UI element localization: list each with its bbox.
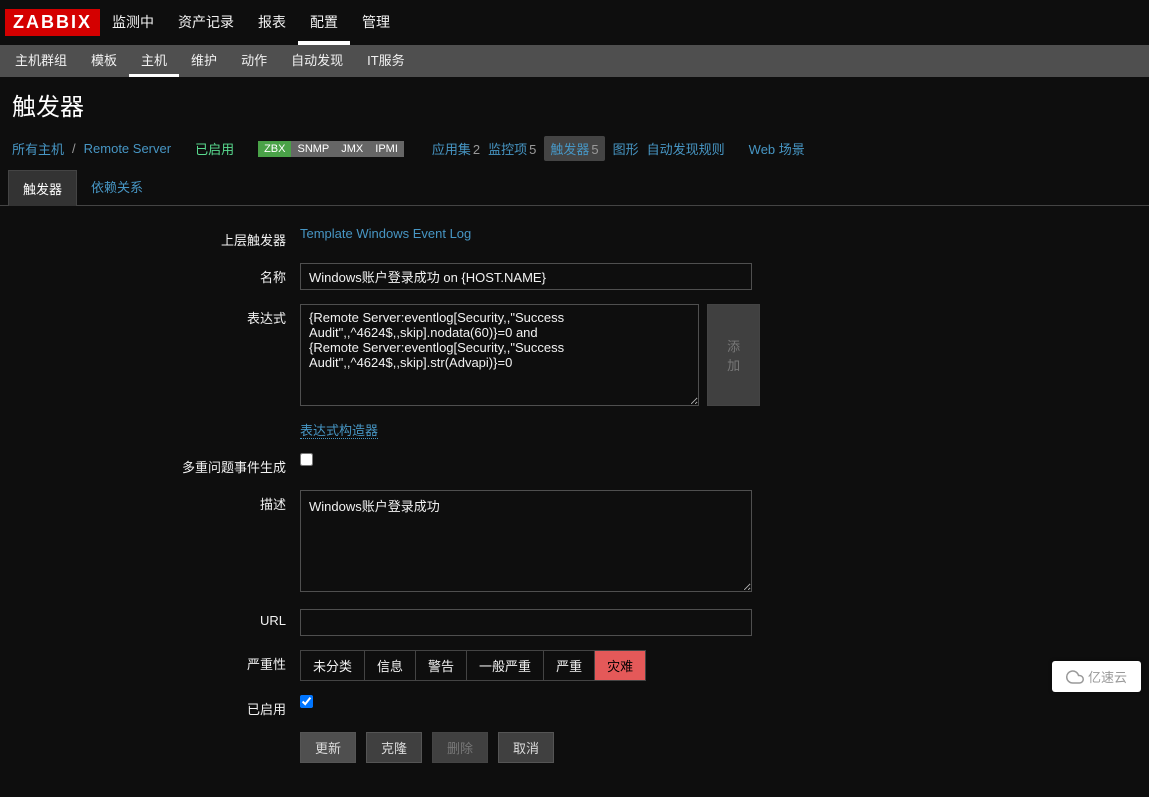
add-expression-button[interactable]: 添加 bbox=[707, 304, 760, 406]
subnav-templates[interactable]: 模板 bbox=[79, 45, 129, 77]
nav-reports[interactable]: 报表 bbox=[246, 0, 298, 45]
cancel-button[interactable]: 取消 bbox=[498, 732, 554, 763]
cloud-icon bbox=[1066, 668, 1084, 686]
form: 上层触发器 Template Windows Event Log 名称 表达式 … bbox=[0, 206, 1149, 797]
all-hosts-link[interactable]: 所有主机 bbox=[12, 139, 64, 158]
tab-trigger[interactable]: 触发器 bbox=[8, 170, 77, 206]
label-severity: 严重性 bbox=[0, 650, 300, 673]
top-nav: ZABBIX 监测中 资产记录 报表 配置 管理 bbox=[0, 0, 1149, 45]
label-expression: 表达式 bbox=[0, 304, 300, 327]
iface-zbx: ZBX bbox=[258, 141, 291, 157]
update-button[interactable]: 更新 bbox=[300, 732, 356, 763]
tabs: 触发器 依赖关系 bbox=[0, 169, 1149, 206]
label-multiple-events: 多重问题事件生成 bbox=[0, 453, 300, 476]
enabled-checkbox[interactable] bbox=[300, 695, 313, 708]
severity-not-classified[interactable]: 未分类 bbox=[301, 651, 365, 680]
logo: ZABBIX bbox=[5, 9, 100, 36]
host-link[interactable]: Remote Server bbox=[84, 141, 171, 156]
link-graphs[interactable]: 图形 bbox=[613, 139, 639, 158]
subnav-discovery[interactable]: 自动发现 bbox=[279, 45, 355, 77]
subnav-hostgroups[interactable]: 主机群组 bbox=[3, 45, 79, 77]
nav-configuration[interactable]: 配置 bbox=[298, 0, 350, 45]
link-applications[interactable]: 应用集2 bbox=[432, 139, 480, 158]
status-badge: 已启用 bbox=[195, 139, 234, 158]
nav-administration[interactable]: 管理 bbox=[350, 0, 402, 45]
url-input[interactable] bbox=[300, 609, 752, 636]
nav-monitoring[interactable]: 监测中 bbox=[100, 0, 166, 45]
iface-snmp: SNMP bbox=[291, 141, 335, 157]
tab-dependencies[interactable]: 依赖关系 bbox=[77, 169, 157, 205]
severity-high[interactable]: 严重 bbox=[544, 651, 595, 680]
subnav-hosts[interactable]: 主机 bbox=[129, 45, 179, 77]
expression-textarea[interactable]: {Remote Server:eventlog[Security,,"Succe… bbox=[300, 304, 699, 406]
subnav-actions[interactable]: 动作 bbox=[229, 45, 279, 77]
severity-selector: 未分类 信息 警告 一般严重 严重 灾难 bbox=[300, 650, 646, 681]
sub-nav: 主机群组 模板 主机 维护 动作 自动发现 IT服务 bbox=[0, 45, 1149, 77]
multiple-events-checkbox[interactable] bbox=[300, 453, 313, 466]
delete-button[interactable]: 删除 bbox=[432, 732, 488, 763]
severity-information[interactable]: 信息 bbox=[365, 651, 416, 680]
link-items[interactable]: 监控项5 bbox=[488, 139, 536, 158]
label-url: URL bbox=[0, 609, 300, 628]
breadcrumb-sep: / bbox=[72, 141, 76, 156]
name-input[interactable] bbox=[300, 263, 752, 290]
description-textarea[interactable]: Windows账户登录成功 bbox=[300, 490, 752, 592]
page-title: 触发器 bbox=[0, 77, 1149, 128]
expression-builder-link[interactable]: 表达式构造器 bbox=[300, 423, 378, 439]
host-bar: 所有主机 / Remote Server 已启用 ZBX SNMP JMX IP… bbox=[0, 128, 1149, 169]
label-enabled: 已启用 bbox=[0, 695, 300, 718]
watermark: 亿速云 bbox=[1052, 661, 1141, 692]
iface-ipmi: IPMI bbox=[369, 141, 404, 157]
severity-disaster[interactable]: 灾难 bbox=[595, 651, 645, 680]
severity-warning[interactable]: 警告 bbox=[416, 651, 467, 680]
severity-average[interactable]: 一般严重 bbox=[467, 651, 544, 680]
nav-inventory[interactable]: 资产记录 bbox=[166, 0, 246, 45]
label-name: 名称 bbox=[0, 263, 300, 286]
link-web-scenarios[interactable]: Web 场景 bbox=[749, 139, 805, 158]
subnav-maintenance[interactable]: 维护 bbox=[179, 45, 229, 77]
link-discovery-rules[interactable]: 自动发现规则 bbox=[647, 139, 725, 158]
parent-trigger-link[interactable]: Template Windows Event Log bbox=[300, 226, 471, 241]
clone-button[interactable]: 克隆 bbox=[366, 732, 422, 763]
label-description: 描述 bbox=[0, 490, 300, 513]
link-triggers[interactable]: 触发器5 bbox=[544, 136, 604, 161]
subnav-itservices[interactable]: IT服务 bbox=[355, 45, 417, 77]
label-parent-triggers: 上层触发器 bbox=[0, 226, 300, 249]
iface-jmx: JMX bbox=[335, 141, 369, 157]
